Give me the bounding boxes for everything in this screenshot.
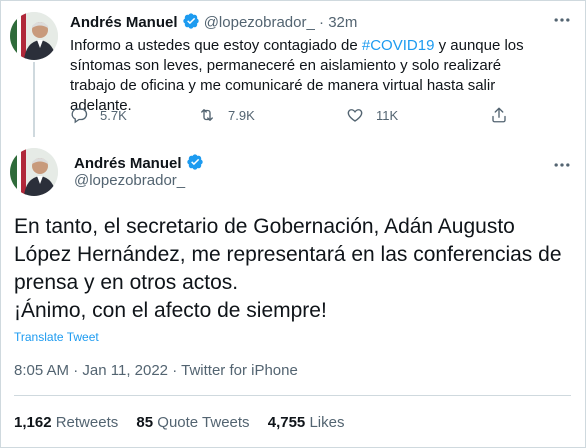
share-icon xyxy=(492,107,506,123)
tweet-source[interactable]: Twitter for iPhone xyxy=(181,362,298,379)
more-options-button[interactable] xyxy=(552,10,572,35)
handle[interactable]: @lopezobrador_ xyxy=(74,172,185,189)
avatar-image xyxy=(10,12,58,60)
tweet2-name-row: Andrés Manuel xyxy=(74,153,204,172)
like-button[interactable]: 11K xyxy=(346,106,398,124)
more-options-button[interactable] xyxy=(552,155,572,180)
tweet-text-paragraph: En tanto, el secretario de Gobernación, … xyxy=(14,215,562,294)
separator-dot: · xyxy=(73,362,79,379)
more-icon xyxy=(554,163,570,167)
separator-dot: · xyxy=(172,362,178,379)
tweet1-header: Andrés Manuel @lopezobrador_ · 32m xyxy=(70,12,357,31)
share-button[interactable] xyxy=(490,106,520,124)
tweet-stats: 1,162 Retweets 85 Quote Tweets 4,755 Lik… xyxy=(14,414,358,431)
tweet-text-paragraph: ¡Ánimo, con el afecto de siempre! xyxy=(14,299,327,322)
avatar[interactable] xyxy=(10,148,58,196)
more-icon xyxy=(554,18,570,22)
tweet1-actions: 5.7K 7.9K 11K xyxy=(70,106,530,128)
likes-stat[interactable]: 4,755 Likes xyxy=(268,414,345,431)
likes-label: Likes xyxy=(309,414,345,431)
tweet-date[interactable]: Jan 11, 2022 xyxy=(82,362,168,379)
retweets-label: Retweets xyxy=(55,414,119,431)
reply-count: 5.7K xyxy=(100,107,127,123)
retweets-count: 1,162 xyxy=(14,414,52,431)
translate-tweet-link[interactable]: Translate Tweet xyxy=(14,330,99,344)
retweet-icon xyxy=(201,109,213,121)
tweet1-text: Informo a ustedes que estoy contagiado d… xyxy=(70,36,540,116)
thread-connector-line xyxy=(33,62,35,137)
separator-dot: · xyxy=(319,14,325,31)
verified-badge-icon xyxy=(186,154,203,170)
reply-icon xyxy=(71,108,88,124)
verified-badge-icon xyxy=(182,13,199,29)
like-count: 11K xyxy=(376,107,399,123)
avatar[interactable] xyxy=(10,12,58,60)
divider xyxy=(14,395,571,396)
tweet-meta: 8:05 AM · Jan 11, 2022 · Twitter for iPh… xyxy=(14,362,298,379)
display-name[interactable]: Andrés Manuel xyxy=(74,155,182,172)
quote-tweets-count: 85 xyxy=(136,414,154,431)
retweet-count: 7.9K xyxy=(228,107,255,123)
time-ago[interactable]: 32m xyxy=(328,14,357,31)
quote-tweets-label: Quote Tweets xyxy=(157,414,250,431)
tweet-time[interactable]: 8:05 AM xyxy=(14,362,69,379)
handle[interactable]: @lopezobrador_ xyxy=(204,14,315,31)
quote-tweets-stat[interactable]: 85 Quote Tweets xyxy=(136,414,249,431)
reply-button[interactable]: 5.7K xyxy=(70,106,127,124)
tweet2-text: En tanto, el secretario de Gobernación, … xyxy=(14,213,574,325)
likes-count: 4,755 xyxy=(267,414,306,431)
retweets-stat[interactable]: 1,162 Retweets xyxy=(14,414,118,431)
retweet-button[interactable]: 7.9K xyxy=(198,106,255,124)
display-name[interactable]: Andrés Manuel xyxy=(70,14,178,31)
hashtag-link[interactable]: #COVID19 xyxy=(362,37,435,54)
like-icon xyxy=(347,109,363,122)
tweet-text-part: Informo a ustedes que estoy contagiado d… xyxy=(70,37,362,54)
avatar-image xyxy=(10,148,58,196)
